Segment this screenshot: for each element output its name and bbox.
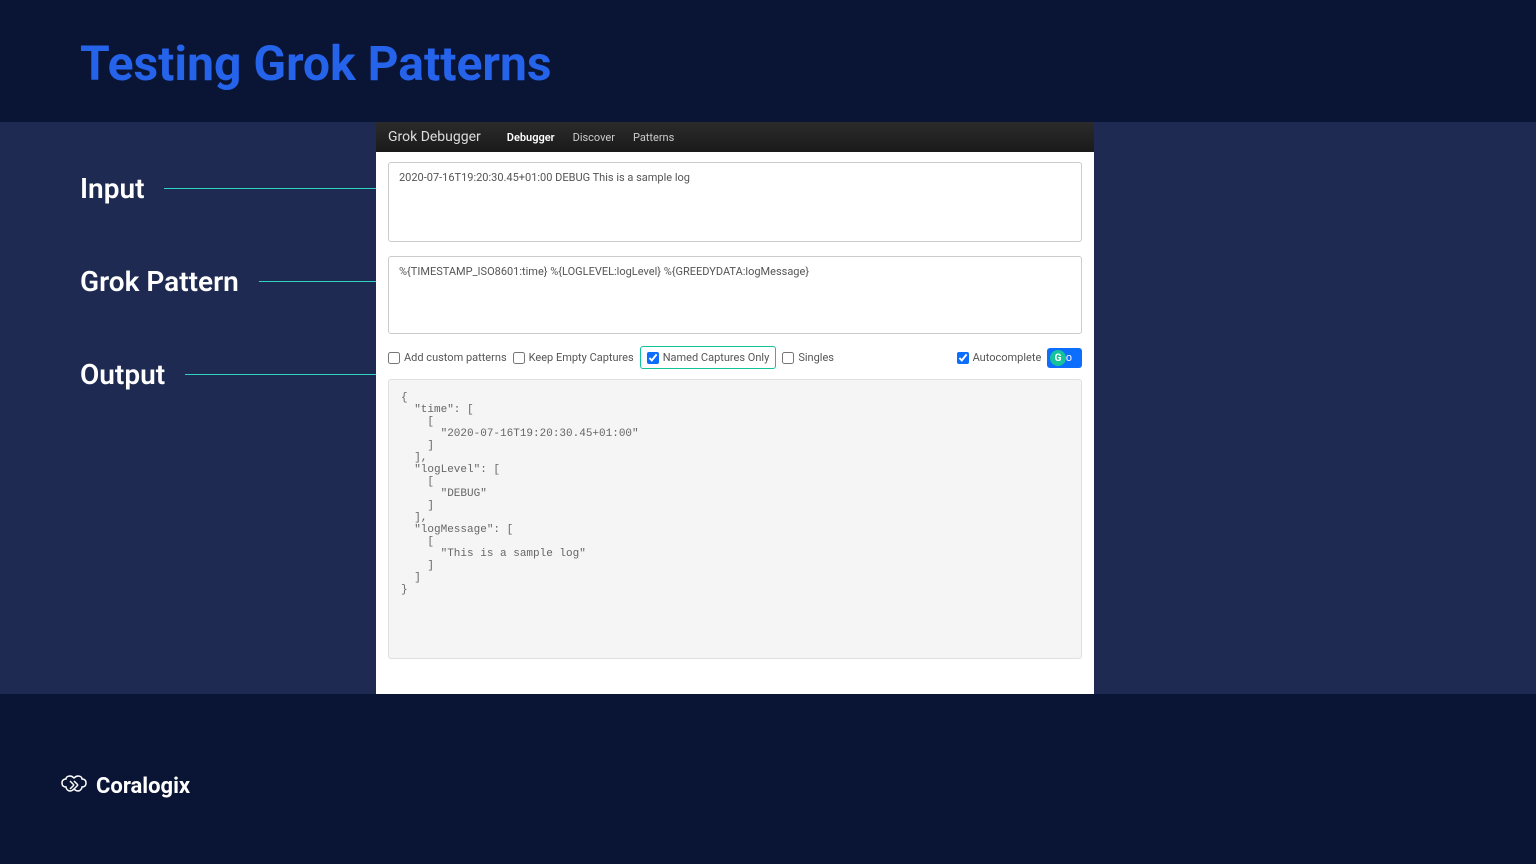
tab-debugger[interactable]: Debugger xyxy=(507,131,555,144)
slide-header: Testing Grok Patterns xyxy=(0,0,1536,122)
option-keep-empty-label: Keep Empty Captures xyxy=(529,351,634,364)
grok-debugger-app: Grok Debugger Debugger Discover Patterns… xyxy=(376,122,1094,694)
checkbox-keep-empty[interactable] xyxy=(513,352,525,364)
main-content: Input Grok Pattern Output Grok Debugger … xyxy=(0,122,1536,694)
app-navbar: Grok Debugger Debugger Discover Patterns xyxy=(376,122,1094,152)
label-input: Input xyxy=(80,172,376,205)
option-add-custom-label: Add custom patterns xyxy=(404,351,507,364)
label-grok-text: Grok Pattern xyxy=(80,265,239,298)
connector-line xyxy=(164,188,376,189)
option-keep-empty[interactable]: Keep Empty Captures xyxy=(513,351,634,364)
slide-title: Testing Grok Patterns xyxy=(80,35,1456,92)
tab-patterns[interactable]: Patterns xyxy=(633,131,674,144)
checkbox-singles[interactable] xyxy=(782,352,794,364)
label-output: Output xyxy=(80,358,376,391)
option-autocomplete[interactable]: Autocomplete xyxy=(957,351,1042,364)
app-brand: Grok Debugger xyxy=(388,129,481,145)
app-body: Add custom patterns Keep Empty Captures … xyxy=(376,152,1094,669)
log-input[interactable] xyxy=(388,162,1082,242)
grammarly-icon[interactable] xyxy=(1050,350,1066,366)
checkbox-autocomplete[interactable] xyxy=(957,352,969,364)
connector-line xyxy=(259,281,376,282)
coralogix-brain-icon xyxy=(60,775,88,799)
coralogix-logo: Coralogix xyxy=(60,774,190,799)
options-row: Add custom patterns Keep Empty Captures … xyxy=(388,346,1082,369)
checkbox-add-custom[interactable] xyxy=(388,352,400,364)
coralogix-logo-text: Coralogix xyxy=(96,774,190,799)
tab-discover[interactable]: Discover xyxy=(573,131,615,144)
option-autocomplete-label: Autocomplete xyxy=(973,351,1042,364)
checkbox-named-only[interactable] xyxy=(647,352,659,364)
option-singles[interactable]: Singles xyxy=(782,351,834,364)
labels-column: Input Grok Pattern Output xyxy=(0,122,376,694)
label-grok-pattern: Grok Pattern xyxy=(80,265,376,298)
slide-footer: Coralogix xyxy=(0,709,1536,864)
connector-line xyxy=(185,374,376,375)
label-output-text: Output xyxy=(80,358,165,391)
grok-pattern-input[interactable] xyxy=(388,256,1082,334)
option-add-custom[interactable]: Add custom patterns xyxy=(388,351,507,364)
option-named-only-label: Named Captures Only xyxy=(663,351,770,364)
option-singles-label: Singles xyxy=(798,351,834,364)
label-input-text: Input xyxy=(80,172,144,205)
option-named-only[interactable]: Named Captures Only xyxy=(640,346,777,369)
output-result: { "time": [ [ "2020-07-16T19:20:30.45+01… xyxy=(388,379,1082,659)
